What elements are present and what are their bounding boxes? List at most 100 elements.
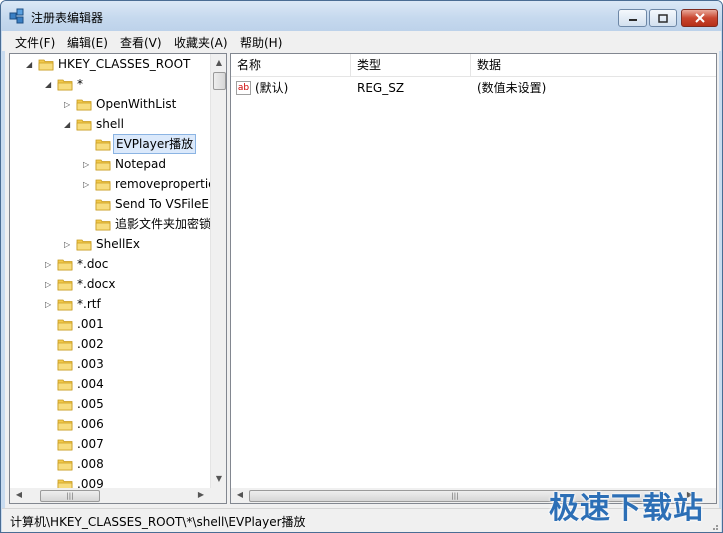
tree-item[interactable]: .008 [10, 454, 210, 474]
tree-item-label: .003 [77, 357, 104, 371]
registry-editor-window: 注册表编辑器 文件(F) 编辑(E) 查看(V) 收藏夹(A) 帮助(H) ◢ H… [0, 0, 723, 533]
scrollbar-corner [210, 488, 226, 503]
values-list-pane[interactable]: 名称 类型 数据 ab (默认) REG_SZ (数值未设置) ◀ ||| ▶ [230, 53, 717, 504]
folder-icon [57, 316, 73, 332]
expanded-arrow-icon[interactable]: ◢ [64, 120, 73, 129]
value-type: REG_SZ [357, 81, 405, 95]
tree-item[interactable]: 追影文件夹加密锁 [10, 214, 210, 234]
tree-item[interactable]: ◢ shell [10, 114, 210, 134]
tree-item-label: .007 [77, 437, 104, 451]
string-value-icon: ab [236, 81, 251, 95]
client-area: ◢ HKEY_CLASSES_ROOT ◢ * ▷ OpenWithList ◢ shell E… [5, 51, 719, 508]
tree-item-label: *.docx [77, 277, 116, 291]
collapsed-arrow-icon[interactable]: ▷ [83, 180, 92, 189]
collapsed-arrow-icon[interactable]: ▷ [45, 260, 54, 269]
collapsed-arrow-icon[interactable]: ▷ [64, 240, 73, 249]
tree-scroll-thumb[interactable] [213, 72, 226, 90]
menu-edit[interactable]: 编辑(E) [67, 34, 108, 51]
folder-icon [76, 116, 92, 132]
scroll-left-icon[interactable]: ◀ [233, 488, 247, 502]
menu-help[interactable]: 帮助(H) [240, 34, 282, 51]
tree-item-label: .002 [77, 337, 104, 351]
minimize-button[interactable] [618, 9, 647, 27]
scroll-right-icon[interactable]: ▶ [194, 488, 208, 502]
tree-item-label: Send To VSFileEn [115, 197, 210, 211]
tree-item[interactable]: .006 [10, 414, 210, 434]
close-icon [694, 13, 705, 23]
tree-item[interactable]: .001 [10, 314, 210, 334]
registry-editor-icon [9, 8, 24, 24]
tree-item[interactable]: ▷ *.docx [10, 274, 210, 294]
tree-item-label: .005 [77, 397, 104, 411]
list-item[interactable]: ab (默认) REG_SZ (数值未设置) [231, 78, 716, 98]
scroll-left-icon[interactable]: ◀ [12, 488, 26, 502]
folder-icon [95, 136, 111, 152]
tree-item[interactable]: .005 [10, 394, 210, 414]
column-data[interactable]: 数据 [471, 54, 716, 76]
tree-item[interactable]: .009 [10, 474, 210, 488]
value-name: (默认) [255, 81, 289, 95]
expanded-arrow-icon[interactable]: ◢ [26, 60, 35, 69]
folder-icon [57, 356, 73, 372]
tree-item-label: *.rtf [77, 297, 101, 311]
close-button[interactable] [681, 9, 718, 27]
status-path: 计算机\HKEY_CLASSES_ROOT\*\shell\EVPlayer播放 [10, 515, 306, 529]
tree-item[interactable]: ◢ * [10, 74, 210, 94]
folder-icon [57, 256, 73, 272]
tree-vertical-scrollbar[interactable]: ▲ ▼ [210, 54, 226, 488]
tree-item[interactable]: ▷ removepropertie [10, 174, 210, 194]
resize-grip-icon[interactable] [709, 521, 719, 531]
tree-item[interactable]: .003 [10, 354, 210, 374]
scroll-down-icon[interactable]: ▼ [212, 472, 226, 486]
column-name[interactable]: 名称 [231, 54, 351, 76]
tree-horizontal-scrollbar[interactable]: ◀ ||| ▶ [10, 488, 210, 503]
collapsed-arrow-icon[interactable]: ▷ [45, 280, 54, 289]
collapsed-arrow-icon[interactable]: ▷ [45, 300, 54, 309]
menu-view[interactable]: 查看(V) [120, 34, 162, 51]
menu-file[interactable]: 文件(F) [15, 34, 55, 51]
tree-item[interactable]: ▷ *.rtf [10, 294, 210, 314]
watermark-text: 极速下载站 [549, 491, 704, 526]
tree-item-label: Notepad [115, 157, 166, 171]
folder-icon [95, 156, 111, 172]
title-bar[interactable]: 注册表编辑器 [1, 1, 722, 31]
tree-item[interactable]: ▷ OpenWithList [10, 94, 210, 114]
folder-icon [76, 236, 92, 252]
tree-item-label: OpenWithList [96, 97, 177, 111]
list-header: 名称 类型 数据 [231, 54, 716, 77]
value-data: (数值未设置) [477, 81, 547, 95]
tree-item[interactable]: ▷ Notepad [10, 154, 210, 174]
key-tree-pane[interactable]: ◢ HKEY_CLASSES_ROOT ◢ * ▷ OpenWithList ◢ shell E… [9, 53, 227, 504]
folder-icon [57, 336, 73, 352]
collapsed-arrow-icon[interactable]: ▷ [64, 100, 73, 109]
tree-item[interactable]: Send To VSFileEn [10, 194, 210, 214]
tree-item-label: HKEY_CLASSES_ROOT [58, 57, 191, 71]
tree-item-label: removepropertie [115, 177, 210, 191]
tree-item-label: 追影文件夹加密锁 [115, 217, 210, 231]
tree-item-label: .006 [77, 417, 104, 431]
tree-item[interactable]: ◢ HKEY_CLASSES_ROOT [10, 54, 210, 74]
folder-icon [57, 476, 73, 488]
column-type[interactable]: 类型 [351, 54, 471, 76]
folder-icon [57, 296, 73, 312]
tree-item[interactable]: ▷ ShellEx [10, 234, 210, 254]
tree-item[interactable]: EVPlayer播放 [10, 134, 210, 154]
tree-hscroll-thumb[interactable]: ||| [40, 490, 100, 502]
tree-item[interactable]: .007 [10, 434, 210, 454]
folder-icon [95, 196, 111, 212]
tree-item-label: .009 [77, 477, 104, 488]
tree-item[interactable]: ▷ *.doc [10, 254, 210, 274]
tree-item-label: .008 [77, 457, 104, 471]
tree-item[interactable]: .002 [10, 334, 210, 354]
tree-item-label: ShellEx [96, 237, 140, 251]
expanded-arrow-icon[interactable]: ◢ [45, 80, 54, 89]
folder-icon [57, 436, 73, 452]
scroll-up-icon[interactable]: ▲ [212, 56, 226, 70]
tree-item[interactable]: .004 [10, 374, 210, 394]
maximize-button[interactable] [649, 9, 677, 27]
maximize-icon [658, 13, 668, 23]
folder-icon [57, 276, 73, 292]
menu-favorites[interactable]: 收藏夹(A) [174, 34, 228, 51]
collapsed-arrow-icon[interactable]: ▷ [83, 160, 92, 169]
tree-item-label: .004 [77, 377, 104, 391]
